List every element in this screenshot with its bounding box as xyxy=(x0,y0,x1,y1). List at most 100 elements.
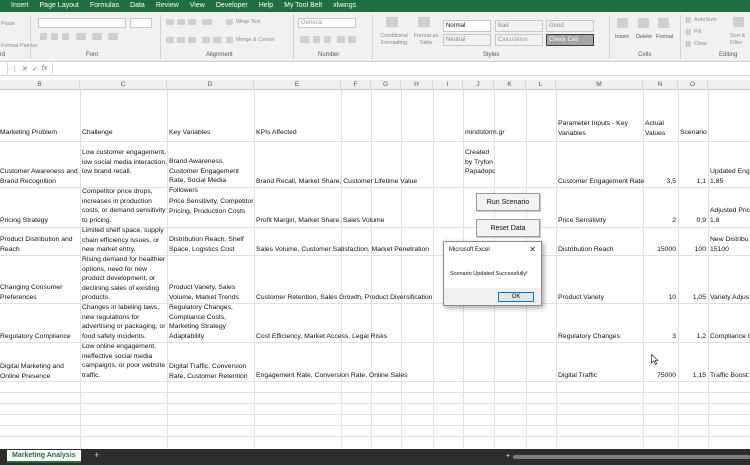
header-key-variables[interactable]: Key Variables xyxy=(169,128,210,138)
menu-xlwings[interactable]: xlwings xyxy=(328,0,362,12)
row3-new-label[interactable]: New Distribu xyxy=(710,235,749,245)
row3-result[interactable]: 15100 xyxy=(710,245,729,255)
row1-actual-value[interactable]: 3,5 xyxy=(643,177,676,187)
borders-icon[interactable] xyxy=(76,33,86,40)
align-left-icon[interactable] xyxy=(166,37,174,43)
font-size-box[interactable] xyxy=(130,18,152,28)
ok-button[interactable]: OK xyxy=(498,292,534,302)
style-calculation[interactable]: Calculation xyxy=(495,34,543,46)
menu-insert[interactable]: Insert xyxy=(0,0,34,12)
autosum-button[interactable]: AutoSum xyxy=(694,17,717,23)
row6-scenario[interactable]: 1,15 xyxy=(678,371,706,381)
row1-result[interactable]: 1,85 xyxy=(710,177,723,187)
row5-challenge[interactable]: Changes in labeling laws, new regulation… xyxy=(82,303,167,341)
orientation-icon[interactable] xyxy=(202,19,212,25)
clear-button[interactable]: Clear xyxy=(694,41,707,47)
menu-my-tool-belt[interactable]: My Tool Belt xyxy=(279,0,328,12)
sort-filter-button[interactable]: Sort & Filter xyxy=(730,33,750,47)
row6-challenge[interactable]: Low online engagement, ineffective socia… xyxy=(82,342,167,380)
row2-parameter[interactable]: Price Sensitivity xyxy=(558,216,606,226)
row2-kpis[interactable]: Profit Margin, Market Share, Sales Volum… xyxy=(256,216,384,226)
insert-cells-icon[interactable] xyxy=(617,18,628,28)
underline-icon[interactable] xyxy=(62,33,69,40)
column-header-o[interactable]: O xyxy=(678,80,708,90)
column-header-j[interactable]: J xyxy=(463,80,494,90)
row1-kpis[interactable]: Brand Recall, Market Share, Customer Lif… xyxy=(256,177,417,187)
row5-key-variables[interactable]: Regulatory Changes, Compliance Costs, Ma… xyxy=(169,303,254,341)
style-check-cell[interactable]: Check Cell xyxy=(546,34,594,46)
format-cells-icon[interactable] xyxy=(658,18,669,28)
formula-input[interactable] xyxy=(52,63,750,74)
menu-developer[interactable]: Developer xyxy=(210,0,253,12)
row1-parameter[interactable]: Customer Engagement Rate xyxy=(558,177,644,187)
name-box[interactable] xyxy=(0,63,8,74)
row2-challenge[interactable]: Competitor price drops, increases in pro… xyxy=(82,187,167,225)
row1-scenario[interactable]: 1,1 xyxy=(678,177,706,187)
row3-scenario[interactable]: 100 xyxy=(678,245,706,255)
column-header-i[interactable]: I xyxy=(433,80,463,90)
header-parameter-inputs[interactable]: Parameter Inputs - Key Variables xyxy=(558,119,643,138)
clear-icon[interactable] xyxy=(685,41,691,47)
column-header-e[interactable]: E xyxy=(254,80,341,90)
row5-actual-value[interactable]: 3 xyxy=(643,332,676,342)
insert-cells-button[interactable]: Insert xyxy=(615,34,629,40)
autosum-icon[interactable] xyxy=(685,17,691,23)
row6-marketing-problem[interactable]: Digital Marketing and Online Presence xyxy=(0,362,80,381)
reset-data-button[interactable]: Reset Data xyxy=(476,219,540,237)
column-header-m[interactable]: M xyxy=(556,80,643,90)
column-header-n[interactable]: N xyxy=(643,80,678,90)
font-color-icon[interactable] xyxy=(108,33,118,40)
scroll-left-icon[interactable]: ◂ xyxy=(506,452,509,459)
header-scenario[interactable]: Scenario xyxy=(680,128,707,138)
column-header-l[interactable]: L xyxy=(526,80,556,90)
format-painter-fragment[interactable]: Format Painter xyxy=(1,43,37,49)
header-actual-values[interactable]: Actual Values xyxy=(645,119,678,138)
font-name-box[interactable] xyxy=(38,18,126,28)
header-marketing-problem[interactable]: Marketing Problem xyxy=(0,128,57,138)
horizontal-scrollbar[interactable] xyxy=(513,455,750,459)
row5-scenario[interactable]: 1,2 xyxy=(678,332,706,342)
wrap-text-button[interactable]: Wrap Text xyxy=(236,19,261,25)
row2-result[interactable]: 1,8 xyxy=(710,216,719,226)
menu-review[interactable]: Review xyxy=(150,0,184,12)
conditional-formatting-icon[interactable] xyxy=(386,17,398,27)
add-sheet-button[interactable]: + xyxy=(94,450,99,460)
column-header-f[interactable]: F xyxy=(341,80,371,90)
increase-indent-icon[interactable] xyxy=(213,37,221,43)
fill-button[interactable]: Fill xyxy=(694,29,701,35)
row4-actual-value[interactable]: 10 xyxy=(643,293,676,303)
column-header-b[interactable]: B xyxy=(0,80,80,90)
row4-challenge[interactable]: Rising demand for healthier options, nee… xyxy=(82,255,167,303)
row3-key-variables[interactable]: Distribution Reach, Shelf Space, Logisti… xyxy=(169,235,254,254)
row6-kpis[interactable]: Engagement Rate, Conversion Rate, Online… xyxy=(256,371,408,381)
menu-view[interactable]: View xyxy=(184,0,210,12)
menu-page-layout[interactable]: Page Layout xyxy=(34,0,84,12)
row1-key-variables[interactable]: Brand Awareness, Customer Engagement Rat… xyxy=(169,157,254,195)
row6-actual-value[interactable]: 75000 xyxy=(643,371,676,381)
header-mindstorm[interactable]: mindstorm.gr xyxy=(465,128,505,138)
row3-challenge[interactable]: Limited shelf space, supply chain effici… xyxy=(82,226,167,255)
menu-formulas[interactable]: Formulas xyxy=(84,0,124,12)
row2-adjusted-label[interactable]: Adjusted Pric xyxy=(710,206,750,216)
more-icon[interactable]: ⋮ xyxy=(11,65,18,73)
row4-kpis[interactable]: Customer Retention, Sales Growth, Produc… xyxy=(256,293,432,303)
style-normal[interactable]: Normal xyxy=(443,20,491,32)
row3-kpis[interactable]: Sales Volume, Customer Satisfaction, Mar… xyxy=(256,245,429,255)
merge-center-icon[interactable] xyxy=(226,37,233,43)
worksheet-grid[interactable]: Marketing Problem Challenge Key Variable… xyxy=(0,90,750,447)
delete-cells-icon[interactable] xyxy=(638,18,649,28)
row5-parameter[interactable]: Regulatory Changes xyxy=(558,332,620,342)
run-scenario-button[interactable]: Run Scenario xyxy=(476,193,540,211)
row2-marketing-problem[interactable]: Pricing Strategy xyxy=(0,216,48,226)
column-header-h[interactable]: H xyxy=(401,80,433,90)
decrease-indent-icon[interactable] xyxy=(202,37,210,43)
row4-scenario[interactable]: 1,05 xyxy=(678,293,706,303)
column-header-d[interactable]: D xyxy=(167,80,254,90)
credit-text[interactable]: Created by Tryfon Papadopoulos xyxy=(465,148,495,177)
row3-marketing-problem[interactable]: Product Distribution and Reach xyxy=(0,235,80,254)
decrease-decimal-icon[interactable] xyxy=(348,36,356,43)
row6-key-variables[interactable]: Digital Traffic, Conversion Rate, Custom… xyxy=(169,362,254,381)
column-header-c[interactable]: C xyxy=(80,80,167,90)
comma-style-icon[interactable] xyxy=(324,36,331,43)
menu-data[interactable]: Data xyxy=(125,0,151,12)
